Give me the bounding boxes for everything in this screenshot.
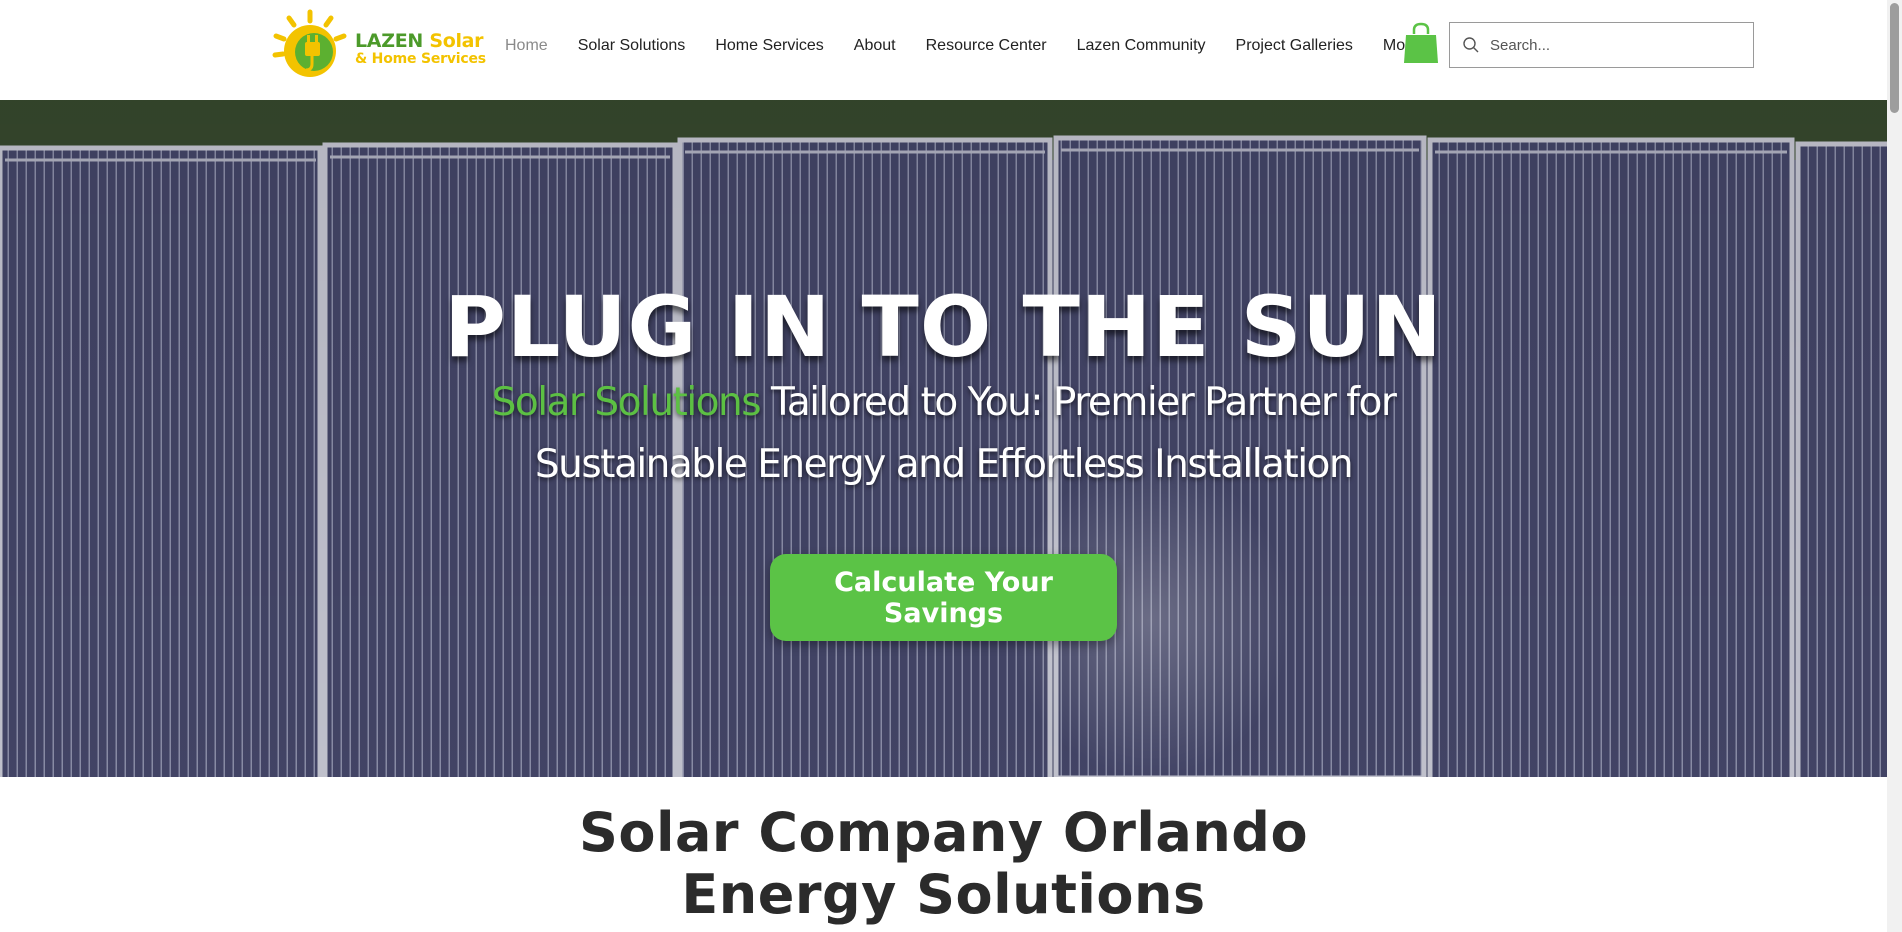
search-icon[interactable] [1462,36,1480,54]
hero-subtitle-line1: Solar Solutions Tailored to You: Premier… [0,372,1887,434]
hero-banner: PLUG IN TO THE SUN Solar Solutions Tailo… [0,100,1887,777]
cart-button[interactable] [1404,22,1438,64]
site-header: LAZEN Solar & Home Services Home Solar S… [0,0,1887,100]
nav-home[interactable]: Home [490,36,563,56]
logo-wordmark: LAZEN Solar & Home Services [355,30,486,67]
nav-resource-center[interactable]: Resource Center [911,36,1062,56]
shopping-bag-icon [1404,22,1438,63]
logo-tagline: & Home Services [355,51,486,67]
page-scrollbar[interactable] [1887,0,1902,932]
nav-solar-solutions[interactable]: Solar Solutions [563,36,701,56]
section-title: Solar Company Orlando Energy Solutions [0,802,1887,926]
section-title-line1: Solar Company Orlando [578,801,1309,864]
scrollbar-thumb[interactable] [1890,3,1899,113]
nav-about[interactable]: About [839,36,911,56]
main-nav: Home Solar Solutions Home Services About… [490,36,1434,56]
lazen-logo[interactable]: LAZEN Solar & Home Services [270,8,486,80]
search-input[interactable] [1490,36,1740,54]
nav-project-galleries[interactable]: Project Galleries [1221,36,1368,56]
hero-subtitle-line1-rest: Tailored to You: Premier Partner for [760,380,1397,425]
search-box [1449,22,1754,68]
nav-lazen-community[interactable]: Lazen Community [1062,36,1221,56]
nav-home-services[interactable]: Home Services [700,36,838,56]
hero-title: PLUG IN TO THE SUN [444,278,1443,376]
hero-subtitle-accent: Solar Solutions [491,380,762,425]
section-title-line2: Energy Solutions [681,863,1206,926]
logo-word-solar: Solar [429,30,484,52]
hero-subtitle: Solar Solutions Tailored to You: Premier… [0,372,1887,496]
sun-plug-logo-icon [272,9,347,77]
logo-word-lazen: LAZEN [355,30,423,52]
calculate-savings-button[interactable]: Calculate Your Savings [770,554,1117,641]
hero-subtitle-line2: Sustainable Energy and Effortless Instal… [534,442,1354,487]
